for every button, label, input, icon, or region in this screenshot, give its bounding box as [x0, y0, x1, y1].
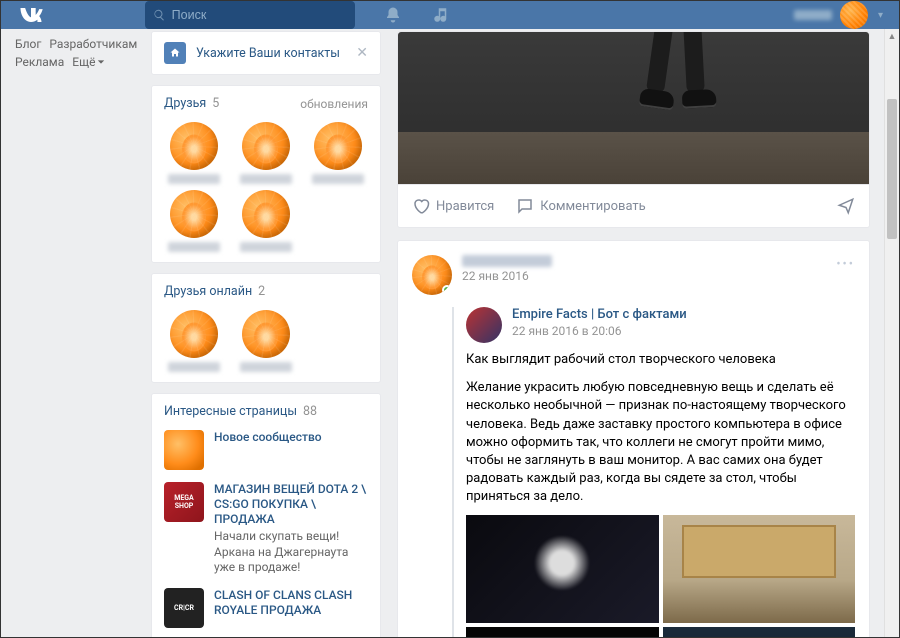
friend-item[interactable] [162, 190, 226, 252]
vk-logo[interactable] [17, 1, 45, 29]
search-box[interactable] [145, 1, 355, 29]
scroll-up-icon[interactable]: ▲ [885, 29, 899, 44]
page-thumb [164, 430, 204, 470]
post-avatar[interactable] [412, 255, 452, 295]
avatar [840, 1, 868, 29]
link-developers[interactable]: Разработчикам [49, 37, 137, 51]
close-icon[interactable]: ✕ [356, 45, 368, 61]
share-button[interactable] [837, 197, 855, 215]
user-menu[interactable]: ▾ [794, 1, 883, 29]
repost-date: 22 янв 2016 в 20:06 [512, 324, 687, 338]
music-icon[interactable] [431, 5, 451, 25]
chevron-down-icon: ▾ [878, 10, 883, 21]
friend-item[interactable] [162, 122, 226, 184]
friend-item[interactable] [234, 190, 298, 252]
repost-gallery [466, 515, 855, 638]
repost-block: Empire Facts | Бот с фактами 22 янв 2016… [452, 307, 855, 638]
user-name [794, 10, 832, 20]
post-image[interactable] [398, 32, 869, 184]
footer-links: Блог Разработчикам Реклама Ещё [1, 29, 151, 638]
page-item[interactable]: CR|CR CLASH OF CLANS CLASH ROYALE ПРОДАЖ… [164, 588, 368, 628]
repost-body: Желание украсить любую повседневную вещь… [466, 379, 855, 506]
scrollbar[interactable]: ▲ ▼ [884, 29, 899, 638]
page-title: CLASH OF CLANS CLASH ROYALE ПРОДАЖА [214, 588, 368, 618]
post-menu-icon[interactable]: ••• [836, 257, 855, 272]
post-author-name[interactable] [462, 255, 552, 267]
post-card: 22 янв 2016 ••• Empire Facts | Бот с фак… [397, 240, 870, 638]
contacts-banner[interactable]: Укажите Ваши контакты ✕ [151, 31, 381, 75]
friends-count: 5 [212, 96, 219, 111]
friend-item[interactable] [162, 310, 226, 372]
page-thumb: CR|CR [164, 588, 204, 628]
link-more[interactable]: Ещё [72, 55, 105, 69]
page-thumb: MEGASHOP [164, 482, 204, 522]
topbar: ▾ [1, 1, 899, 29]
like-label: Нравится [436, 199, 494, 214]
gallery-image[interactable] [466, 515, 659, 623]
contacts-label: Укажите Ваши контакты [196, 46, 346, 61]
comment-button[interactable]: Комментировать [516, 197, 645, 215]
online-indicator [442, 285, 452, 295]
search-input[interactable] [172, 8, 347, 22]
pages-title[interactable]: Интересные страницы [164, 404, 297, 419]
repost-heading: Как выглядит рабочий стол творческого че… [466, 351, 855, 369]
page-title: МАГАЗИН ВЕЩЕЙ DOTA 2 \ CS:GO ПОКУПКА \ П… [214, 482, 368, 527]
post-date: 22 янв 2016 [462, 269, 552, 283]
page-desc: Начали скупать вещи! Аркана на Джагернау… [214, 529, 368, 576]
friends-online-module: Друзья онлайн 2 [151, 273, 381, 383]
like-button[interactable]: Нравится [412, 197, 494, 215]
friend-item[interactable] [306, 122, 370, 184]
post-card: Нравится Комментировать [397, 31, 870, 228]
friend-item[interactable] [234, 122, 298, 184]
gallery-image[interactable] [663, 515, 856, 623]
pages-module: Интересные страницы 88 Новое сообщество … [151, 393, 381, 638]
friends-updates-link[interactable]: обновления [300, 97, 368, 111]
page-item[interactable]: MEGASHOP МАГАЗИН ВЕЩЕЙ DOTA 2 \ CS:GO ПО… [164, 482, 368, 576]
comment-icon [516, 197, 534, 215]
chevron-down-icon [97, 58, 105, 66]
notifications-icon[interactable] [383, 5, 403, 25]
friends-title[interactable]: Друзья [164, 96, 206, 111]
link-blog[interactable]: Блог [15, 37, 41, 51]
search-icon [153, 8, 166, 22]
link-ads[interactable]: Реклама [15, 55, 64, 69]
friends-module: Друзья 5 обновления [151, 85, 381, 263]
comment-label: Комментировать [540, 199, 645, 214]
friends-online-title[interactable]: Друзья онлайн [164, 284, 252, 299]
page-item[interactable]: Новое сообщество [164, 430, 368, 470]
share-icon [837, 197, 855, 215]
repost-source-title[interactable]: Empire Facts | Бот с фактами [512, 307, 687, 322]
friend-item[interactable] [234, 310, 298, 372]
home-icon [164, 42, 186, 64]
friends-online-count: 2 [258, 284, 265, 299]
pages-count: 88 [303, 404, 317, 419]
gallery-image[interactable] [466, 627, 659, 638]
page-title: Новое сообщество [214, 430, 322, 445]
heart-icon [412, 197, 430, 215]
gallery-image[interactable] [663, 627, 856, 638]
repost-avatar[interactable] [466, 307, 502, 343]
scrollbar-thumb[interactable] [887, 99, 897, 239]
